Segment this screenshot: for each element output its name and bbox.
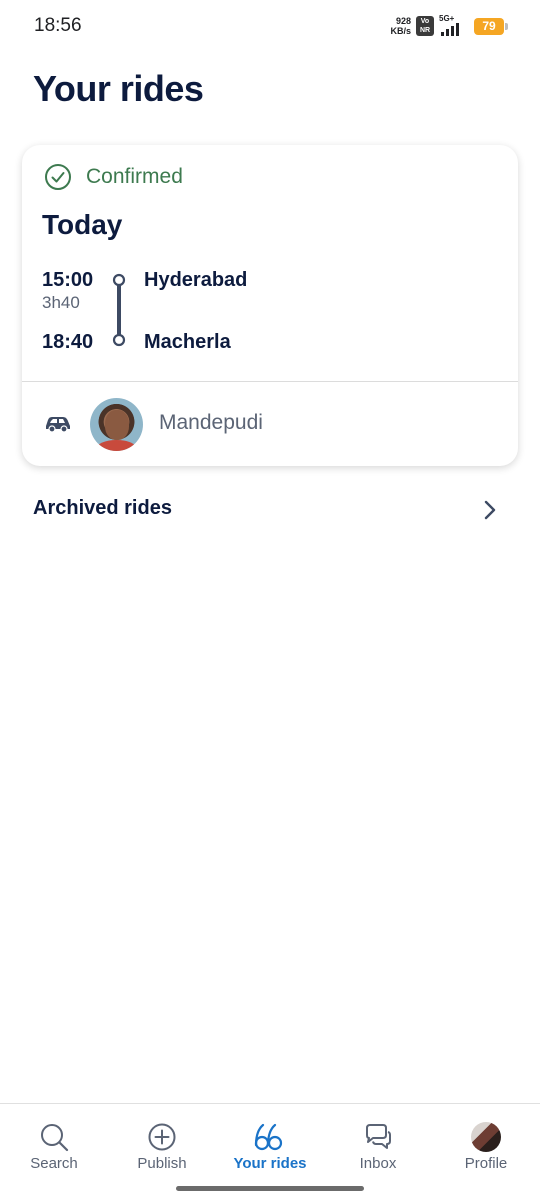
search-icon bbox=[41, 1124, 69, 1152]
departure-time: 15:00 bbox=[42, 269, 94, 291]
arrival-time: 18:40 bbox=[42, 331, 94, 353]
signal-bars bbox=[441, 23, 459, 36]
profile-avatar bbox=[471, 1122, 501, 1152]
plus-circle-icon bbox=[148, 1123, 176, 1151]
driver-avatar[interactable] bbox=[90, 398, 143, 451]
car-icon bbox=[46, 417, 70, 433]
status-label: Confirmed bbox=[86, 165, 183, 188]
nav-profile-label: Profile bbox=[464, 1155, 508, 1172]
route-line bbox=[112, 273, 126, 347]
ride-status: Confirmed bbox=[44, 163, 183, 191]
network-speed: 928 KB/s bbox=[390, 16, 411, 36]
nav-your-rides-label: Your rides bbox=[233, 1155, 307, 1172]
page-title: Your rides bbox=[33, 68, 204, 109]
volte-icon: Vo NR bbox=[416, 16, 434, 36]
nav-publish[interactable]: Publish bbox=[108, 1104, 216, 1188]
driver-name: Mandepudi bbox=[159, 411, 263, 434]
network-speed-value: 928 bbox=[395, 16, 411, 26]
status-bar: 18:56 928 KB/s Vo NR 5G+ 79 bbox=[0, 0, 540, 52]
network-speed-unit: KB/s bbox=[390, 26, 411, 36]
status-indicators: 928 KB/s Vo NR 5G+ 79 bbox=[390, 14, 508, 38]
home-indicator[interactable] bbox=[176, 1186, 364, 1191]
rides-icon bbox=[254, 1123, 283, 1151]
ride-duration: 3h40 bbox=[42, 293, 80, 312]
nav-inbox[interactable]: Inbox bbox=[324, 1104, 432, 1188]
volte-top: Vo bbox=[420, 18, 430, 25]
nav-publish-label: Publish bbox=[137, 1155, 187, 1172]
ride-date: Today bbox=[42, 209, 123, 240]
archived-rides-label: Archived rides bbox=[33, 497, 172, 519]
network-type: 5G+ bbox=[439, 14, 455, 23]
nav-profile[interactable]: Profile bbox=[432, 1104, 540, 1188]
origin-city: Hyderabad bbox=[144, 269, 248, 291]
battery-icon: 79 bbox=[474, 17, 508, 35]
nav-your-rides[interactable]: Your rides bbox=[216, 1104, 324, 1188]
volte-bottom: NR bbox=[419, 27, 431, 34]
chat-icon bbox=[366, 1124, 391, 1149]
nav-inbox-label: Inbox bbox=[359, 1155, 397, 1172]
destination-city: Macherla bbox=[144, 331, 231, 353]
status-time: 18:56 bbox=[34, 15, 82, 36]
nav-search[interactable]: Search bbox=[0, 1104, 108, 1188]
archived-rides-row[interactable]: Archived rides bbox=[0, 484, 540, 536]
check-circle-icon bbox=[45, 164, 71, 190]
ride-card[interactable]: Confirmed Today 15:00 3h40 18:40 Hyderab… bbox=[22, 145, 518, 466]
nav-search-label: Search bbox=[30, 1155, 78, 1172]
driver-row[interactable]: Mandepudi bbox=[22, 382, 518, 466]
chevron-right-icon bbox=[484, 500, 496, 520]
signal-icon: 5G+ bbox=[439, 14, 469, 37]
screen: 18:56 928 KB/s Vo NR 5G+ 79 Your rides C… bbox=[0, 0, 540, 1200]
